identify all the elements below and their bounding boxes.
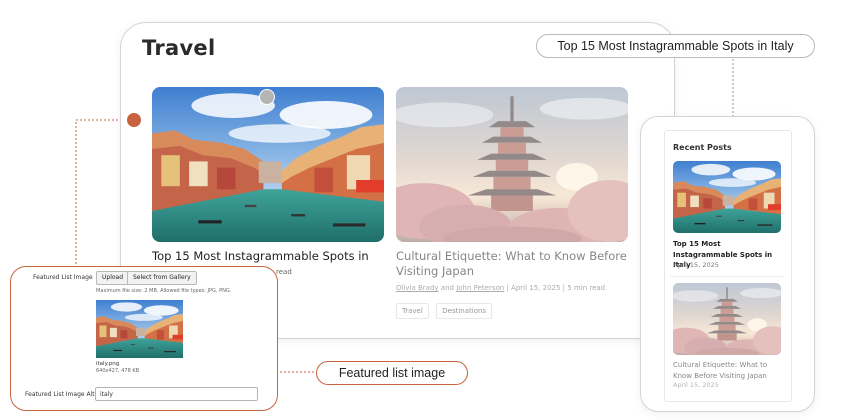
recent-post-divider [670,276,784,277]
callout-dot-orange [127,113,141,127]
post-card-japan: Cultural Etiquette: What to Know Before … [396,249,628,319]
recent-post-image-italy[interactable] [673,161,781,233]
featured-image-italy[interactable] [152,87,384,242]
post-title-japan[interactable]: Cultural Etiquette: What to Know Before … [396,249,628,279]
author-link-olivia[interactable]: Olivia Brady [396,284,439,292]
page-title: Travel [142,36,216,60]
file-name: italy.png [96,361,120,367]
image-alt-input[interactable]: italy [95,387,258,401]
post-tags: Travel Destinations [396,300,628,319]
callout-featured-image: Featured list image [316,361,468,385]
select-from-gallery-button[interactable]: Select from Gallery [127,271,197,285]
upload-button[interactable]: Upload [96,271,130,285]
author-and: and [440,284,454,292]
recent-post-date-italy: April 15, 2025 [673,261,719,269]
recent-post-title-japan[interactable]: Cultural Etiquette: What to Know Before … [673,360,783,381]
image-alt-label: Featured List Image Alt [25,391,95,398]
post-meta-japan: Olivia Brady and John Peterson | April 1… [396,284,628,292]
post-meta-italy: read [276,268,292,276]
file-hint: Maximum file size: 2 MB. Allowed file ty… [96,288,232,294]
recent-post-image-japan[interactable] [673,283,781,355]
author-link-john[interactable]: John Peterson [456,284,504,292]
recent-post-date-japan: April 15, 2025 [673,381,719,389]
recent-posts-heading: Recent Posts [673,143,732,152]
callout-post-title: Top 15 Most Instagrammable Spots in Ital… [536,34,815,58]
tag-travel[interactable]: Travel [396,303,429,319]
featured-image-label: Featured List Image [33,274,93,281]
callout-dot-gray [259,89,275,105]
featured-image-japan[interactable] [396,87,628,242]
post-date-read: | April 15, 2025 | 5 min read [506,284,606,292]
tag-destinations[interactable]: Destinations [436,303,493,319]
file-info: 640x427, 478 KB [96,368,140,374]
uploaded-image-preview[interactable] [96,300,183,358]
